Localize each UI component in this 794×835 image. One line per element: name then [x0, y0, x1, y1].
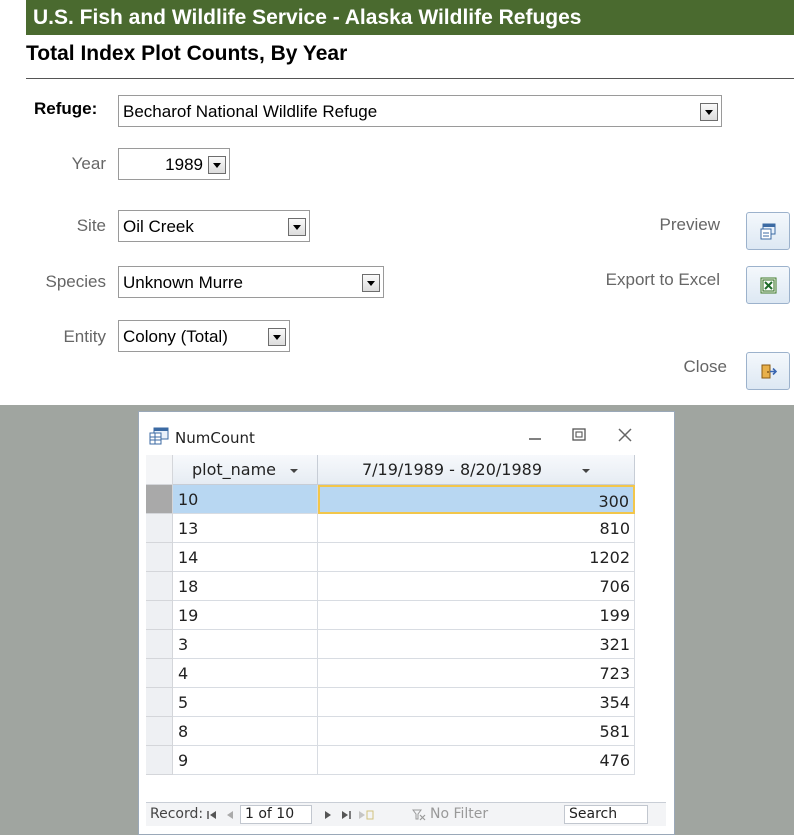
table-row[interactable]: 10 300: [146, 485, 666, 514]
excel-icon: [760, 277, 777, 294]
site-value: Oil Creek: [123, 217, 194, 236]
species-combo[interactable]: Unknown Murre: [118, 266, 384, 298]
species-value: Unknown Murre: [123, 273, 243, 292]
table-row[interactable]: 8 581: [146, 717, 666, 746]
count-cell[interactable]: 1202: [318, 543, 635, 572]
current-record-field[interactable]: 1 of 10: [240, 805, 312, 824]
preview-icon: [760, 223, 776, 240]
record-selector[interactable]: [146, 601, 173, 630]
entity-label: Entity: [63, 327, 106, 346]
numcount-window: NumCount plot_name 7/19/1989 - 8/20/1989…: [138, 411, 675, 835]
table-row[interactable]: 14 1202: [146, 543, 666, 572]
entity-combo[interactable]: Colony (Total): [118, 320, 290, 352]
year-combo[interactable]: 1989: [118, 148, 230, 180]
record-selector[interactable]: [146, 688, 173, 717]
count-cell[interactable]: 476: [318, 746, 635, 775]
exit-door-icon: [761, 364, 777, 379]
column-header-date-range[interactable]: 7/19/1989 - 8/20/1989: [318, 455, 635, 485]
window-title: NumCount: [175, 429, 255, 447]
preview-button[interactable]: [746, 212, 790, 250]
record-navigation-bar: Record: 1 of 10 No Filter Search: [146, 802, 666, 826]
last-record-icon[interactable]: [340, 809, 352, 821]
species-label: Species: [45, 272, 106, 291]
count-cell[interactable]: 354: [318, 688, 635, 717]
record-selector[interactable]: [146, 717, 173, 746]
table-row[interactable]: 3 321: [146, 630, 666, 659]
column-header-label: 7/19/1989 - 8/20/1989: [361, 460, 543, 479]
entity-value: Colony (Total): [123, 327, 228, 346]
count-cell[interactable]: 321: [318, 630, 635, 659]
table-row[interactable]: 13 810: [146, 514, 666, 543]
export-excel-button[interactable]: [746, 266, 790, 304]
table-row[interactable]: 18 706: [146, 572, 666, 601]
plot-name-cell[interactable]: 10: [173, 485, 318, 514]
site-label: Site: [76, 216, 106, 235]
year-label: Year: [71, 154, 106, 173]
table-icon: [149, 427, 169, 445]
site-dropdown-button[interactable]: [288, 218, 306, 236]
year-dropdown-button[interactable]: [208, 156, 226, 174]
sort-filter-icon[interactable]: [290, 468, 299, 473]
refuge-value: Becharof National Wildlife Refuge: [123, 102, 378, 121]
entity-dropdown-button[interactable]: [268, 328, 286, 346]
no-filter-label[interactable]: No Filter: [430, 806, 488, 822]
table-row[interactable]: 9 476: [146, 746, 666, 775]
plot-name-cell[interactable]: 18: [173, 572, 318, 601]
first-record-icon[interactable]: [206, 809, 218, 821]
year-value: 1989: [165, 155, 203, 174]
plot-name-cell[interactable]: 8: [173, 717, 318, 746]
close-label: Close: [683, 357, 727, 376]
table-row[interactable]: 5 354: [146, 688, 666, 717]
refuge-combo[interactable]: Becharof National Wildlife Refuge: [118, 95, 722, 127]
count-cell[interactable]: 199: [318, 601, 635, 630]
record-selector[interactable]: [146, 630, 173, 659]
form-title: Total Index Plot Counts, By Year: [26, 42, 348, 65]
export-label: Export to Excel: [605, 270, 720, 289]
count-cell[interactable]: 706: [318, 572, 635, 601]
grid-header: plot_name 7/19/1989 - 8/20/1989: [146, 455, 666, 485]
search-input[interactable]: Search: [564, 805, 648, 824]
refuge-dropdown-button[interactable]: [700, 103, 718, 121]
plot-name-cell[interactable]: 19: [173, 601, 318, 630]
next-record-icon[interactable]: [322, 809, 334, 821]
plot-name-cell[interactable]: 5: [173, 688, 318, 717]
record-selector[interactable]: [146, 572, 173, 601]
preview-label: Preview: [659, 215, 720, 234]
count-cell[interactable]: 810: [318, 514, 635, 543]
close-window-icon[interactable]: [615, 426, 635, 444]
species-dropdown-button[interactable]: [362, 274, 380, 292]
plot-name-cell[interactable]: 9: [173, 746, 318, 775]
new-record-icon[interactable]: [358, 809, 374, 821]
table-row[interactable]: 4 723: [146, 659, 666, 688]
filter-icon[interactable]: [412, 809, 426, 821]
count-cell[interactable]: 300: [318, 485, 635, 514]
column-header-label: plot_name: [191, 460, 277, 479]
restore-icon[interactable]: [569, 426, 589, 444]
refuge-label: Refuge:: [34, 99, 98, 118]
previous-record-icon[interactable]: [224, 809, 236, 821]
record-selector[interactable]: [146, 746, 173, 775]
count-cell[interactable]: 723: [318, 659, 635, 688]
app-title: U.S. Fish and Wildlife Service - Alaska …: [26, 0, 794, 35]
close-button[interactable]: [746, 352, 790, 390]
column-header-plot-name[interactable]: plot_name: [173, 455, 318, 485]
select-all-corner[interactable]: [146, 455, 173, 485]
minimize-icon[interactable]: [525, 426, 545, 444]
plot-name-cell[interactable]: 14: [173, 543, 318, 572]
record-selector[interactable]: [146, 485, 173, 514]
table-row[interactable]: 19 199: [146, 601, 666, 630]
record-selector[interactable]: [146, 514, 173, 543]
record-selector[interactable]: [146, 543, 173, 572]
plot-name-cell[interactable]: 3: [173, 630, 318, 659]
site-combo[interactable]: Oil Creek: [118, 210, 310, 242]
record-selector[interactable]: [146, 659, 173, 688]
count-cell[interactable]: 581: [318, 717, 635, 746]
sort-filter-icon[interactable]: [582, 468, 591, 473]
record-label: Record:: [150, 806, 204, 822]
plot-name-cell[interactable]: 4: [173, 659, 318, 688]
title-divider: [26, 78, 794, 79]
plot-name-cell[interactable]: 13: [173, 514, 318, 543]
